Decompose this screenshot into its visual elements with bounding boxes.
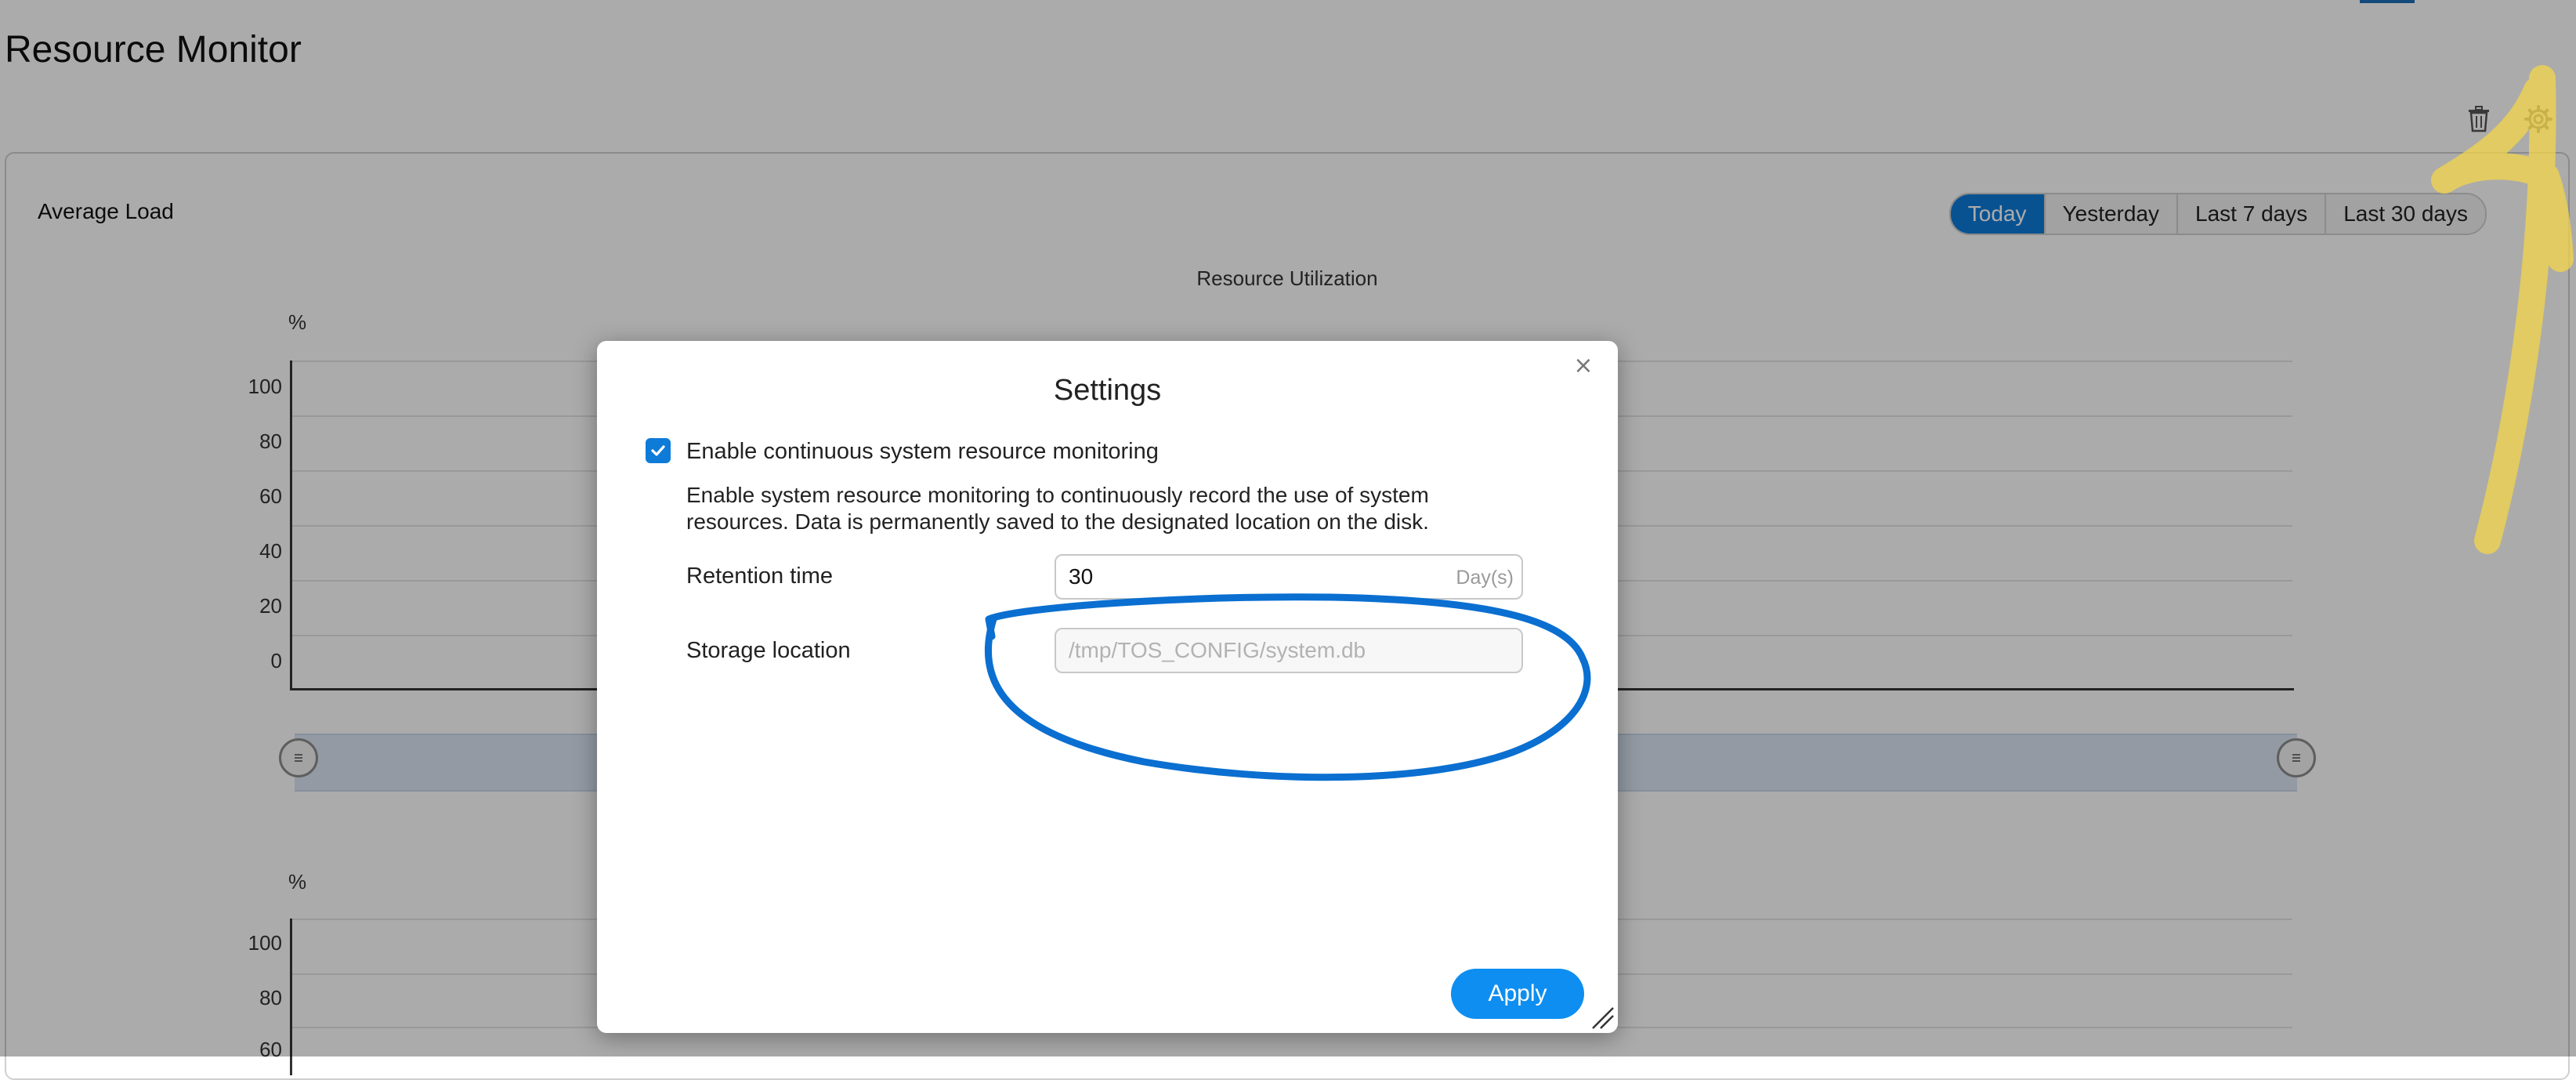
apply-button[interactable]: Apply: [1451, 969, 1584, 1019]
dialog-title: Settings: [1053, 374, 1162, 407]
check-icon: [651, 445, 665, 456]
description-line: Enable system resource monitoring to con…: [686, 483, 1429, 507]
monitoring-description: Enable system resource monitoring to con…: [686, 482, 1517, 535]
description-line: resources. Data is permanently saved to …: [686, 509, 1429, 534]
settings-dialog: × Settings Enable continuous system reso…: [597, 341, 1618, 1033]
storage-location-input[interactable]: [1055, 628, 1523, 673]
enable-monitoring-label[interactable]: Enable continuous system resource monito…: [686, 438, 1159, 465]
retention-time-label: Retention time: [686, 564, 833, 589]
enable-monitoring-checkbox[interactable]: [646, 438, 671, 463]
storage-location-label: Storage location: [686, 638, 851, 663]
resize-handle-icon[interactable]: [1588, 1003, 1615, 1030]
retention-unit-suffix: Day(s): [1456, 567, 1514, 589]
